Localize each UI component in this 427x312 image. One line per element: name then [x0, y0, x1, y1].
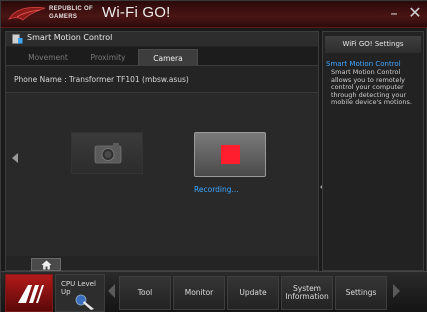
nav-prev-arrow-icon[interactable] [108, 284, 115, 298]
recording-status: Recording... [194, 185, 239, 194]
close-button[interactable]: ✕ [406, 4, 424, 22]
nav-tool-button[interactable]: Tool [119, 276, 171, 310]
bottom-nav-bar: CPU Level Up Tool Monitor Update System … [1, 271, 427, 312]
nav-system-information-button[interactable]: System Information [281, 276, 333, 310]
nav-next-arrow-icon[interactable] [393, 284, 400, 298]
ai-suite-logo[interactable] [5, 274, 53, 312]
camera-content-area [6, 93, 318, 256]
help-description: Smart Motion Control allows you to remot… [331, 68, 412, 106]
app-title: Wi-Fi GO! [102, 4, 171, 21]
nav-monitor-button[interactable]: Monitor [173, 276, 225, 310]
home-button[interactable] [31, 258, 61, 271]
tab-movement[interactable]: Movement [18, 49, 78, 66]
nav-update-button[interactable]: Update [227, 276, 279, 310]
nav-monitor-label: Monitor [184, 287, 214, 297]
tab-bar: Movement Proximity Camera [6, 47, 318, 66]
nav-settings-button[interactable]: Settings [335, 276, 387, 310]
brand-text: REPUBLIC OF GAMERS [49, 5, 93, 21]
camera-icon [94, 143, 122, 164]
nav-settings-label: Settings [345, 287, 377, 297]
tab-camera[interactable]: Camera [138, 49, 198, 66]
stop-record-button[interactable] [194, 132, 266, 177]
nav-update-label: Update [239, 287, 267, 297]
wifi-go-settings-button[interactable]: WiFi GO! Settings [325, 36, 421, 53]
rog-eye-logo-icon [8, 7, 46, 21]
nav-system-information-label: System Information [285, 283, 329, 301]
minimize-button[interactable]: – [385, 4, 403, 22]
cpu-pointer-icon [75, 294, 94, 310]
brand-line-2: GAMERS [49, 14, 78, 20]
wifi-go-window: REPUBLIC OF GAMERS Wi-Fi GO! – ✕ Smart M… [0, 0, 427, 312]
cpu-level-up-button[interactable]: CPU Level Up [55, 274, 105, 312]
module-header: Smart Motion Control [6, 32, 318, 46]
tab-proximity[interactable]: Proximity [78, 49, 138, 66]
smart-motion-icon [12, 34, 23, 44]
help-panel: WiFi GO! Settings Smart Motion Control S… [322, 31, 424, 271]
home-icon [41, 260, 52, 270]
collapse-left-arrow-icon[interactable] [12, 153, 18, 163]
brand-line-1: REPUBLIC OF [49, 6, 93, 12]
phone-name: Phone Name : Transformer TF101 (mbsw.asu… [14, 75, 189, 84]
ai-suite-logo-icon [18, 285, 44, 303]
title-bar: REPUBLIC OF GAMERS Wi-Fi GO! – ✕ [1, 1, 427, 28]
help-title: Smart Motion Control [326, 60, 401, 68]
stop-icon [221, 145, 240, 164]
cpu-level-label-line-1: CPU Level [61, 280, 96, 288]
camera-capture-button[interactable] [71, 132, 143, 174]
module-title: Smart Motion Control [27, 33, 113, 42]
nav-tool-label: Tool [137, 287, 153, 297]
main-panel: Smart Motion Control Movement Proximity … [5, 31, 325, 271]
